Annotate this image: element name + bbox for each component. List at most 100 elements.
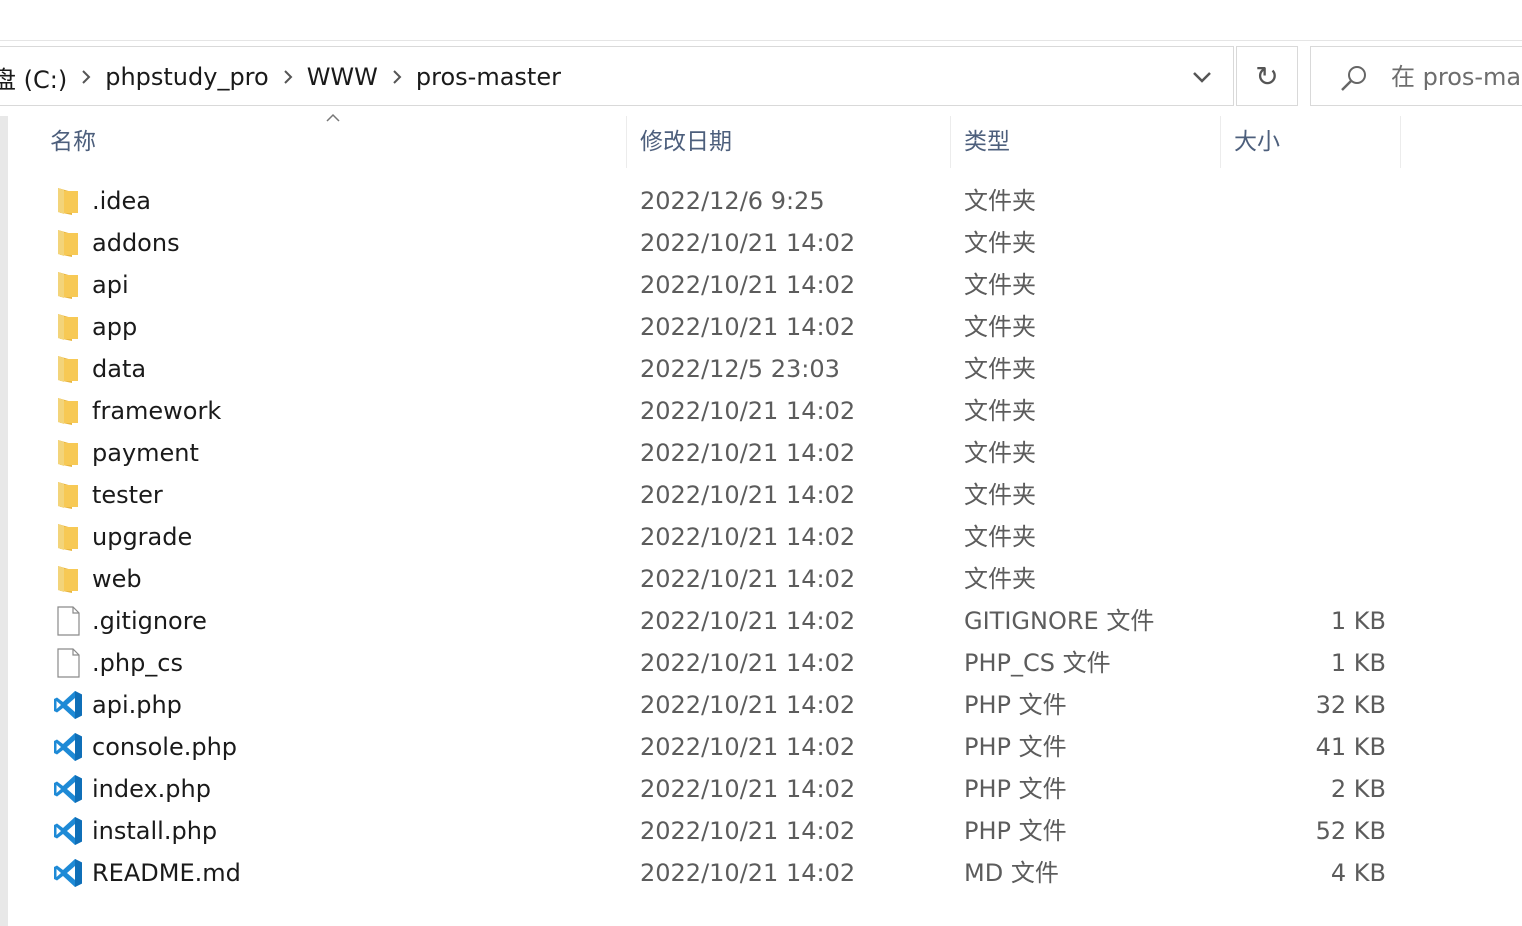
file-size — [1220, 306, 1386, 348]
file-name: framework — [92, 397, 222, 425]
file-row[interactable]: .php_cs 2022/10/21 14:02 PHP_CS 文件 1 KB — [0, 642, 1522, 684]
file-type: PHP 文件 — [964, 775, 1067, 803]
file-name: api.php — [92, 691, 182, 719]
folder-icon — [52, 521, 84, 553]
file-row[interactable]: tester 2022/10/21 14:02 文件夹 — [0, 474, 1522, 516]
search-box[interactable]: 在 pros-master 中搜索 — [1310, 46, 1522, 106]
file-type: 文件夹 — [964, 187, 1036, 215]
file-name: data — [92, 355, 147, 383]
file-type: 文件夹 — [964, 355, 1036, 383]
column-type[interactable]: 类型 — [964, 116, 1010, 168]
vscode-file-icon — [52, 689, 84, 721]
column-divider[interactable] — [950, 116, 951, 168]
file-name: app — [92, 313, 138, 341]
column-header: 名称 修改日期 类型 大小 — [8, 113, 1522, 168]
file-name: .idea — [92, 187, 152, 215]
breadcrumb-drive[interactable]: 盘 (C:) — [0, 60, 73, 95]
file-row[interactable]: data 2022/12/5 23:03 文件夹 — [0, 348, 1522, 390]
file-row[interactable]: console.php 2022/10/21 14:02 PHP 文件 41 KB — [0, 726, 1522, 768]
file-name: payment — [92, 439, 199, 467]
file-size: 32 KB — [1315, 691, 1386, 719]
file-type: PHP 文件 — [964, 817, 1067, 845]
file-type: 文件夹 — [964, 397, 1036, 425]
file-size — [1220, 222, 1386, 264]
file-row[interactable]: README.md 2022/10/21 14:02 MD 文件 4 KB — [0, 852, 1522, 894]
file-type: PHP 文件 — [964, 691, 1067, 719]
file-modified: 2022/10/21 14:02 — [640, 607, 856, 635]
vscode-file-icon — [52, 815, 84, 847]
file-type: 文件夹 — [964, 229, 1036, 257]
file-type: PHP_CS 文件 — [964, 649, 1111, 677]
column-size[interactable]: 大小 — [1234, 116, 1280, 168]
file-size — [1220, 474, 1386, 516]
file-row[interactable]: index.php 2022/10/21 14:02 PHP 文件 2 KB — [0, 768, 1522, 810]
address-bar[interactable]: 盘 (C:) phpstudy_pro WWW pros-master — [0, 46, 1234, 106]
file-name: README.md — [92, 859, 241, 887]
chevron-right-icon[interactable] — [275, 47, 301, 105]
file-row[interactable]: payment 2022/10/21 14:02 文件夹 — [0, 432, 1522, 474]
file-name: addons — [92, 229, 180, 257]
folder-icon — [52, 437, 84, 469]
column-divider[interactable] — [626, 116, 627, 168]
file-modified: 2022/10/21 14:02 — [640, 565, 856, 593]
file-type: 文件夹 — [964, 439, 1036, 467]
file-size — [1220, 432, 1386, 474]
file-row[interactable]: api 2022/10/21 14:02 文件夹 — [0, 264, 1522, 306]
file-row[interactable]: api.php 2022/10/21 14:02 PHP 文件 32 KB — [0, 684, 1522, 726]
column-divider[interactable] — [1220, 116, 1221, 168]
file-size — [1220, 180, 1386, 222]
file-modified: 2022/10/21 14:02 — [640, 691, 856, 719]
file-row[interactable]: .idea 2022/12/6 9:25 文件夹 — [0, 180, 1522, 222]
file-type: 文件夹 — [964, 565, 1036, 593]
file-modified: 2022/10/21 14:02 — [640, 271, 856, 299]
file-size — [1220, 348, 1386, 390]
breadcrumb-phpstudy[interactable]: phpstudy_pro — [99, 63, 275, 91]
file-type: 文件夹 — [964, 313, 1036, 341]
file-modified: 2022/10/21 14:02 — [640, 481, 856, 509]
file-row[interactable]: install.php 2022/10/21 14:02 PHP 文件 52 KB — [0, 810, 1522, 852]
refresh-button[interactable]: ↻ — [1236, 46, 1298, 106]
search-icon — [1341, 66, 1366, 91]
file-size — [1220, 264, 1386, 306]
file-name: .gitignore — [92, 607, 207, 635]
file-type: PHP 文件 — [964, 733, 1067, 761]
breadcrumb: 盘 (C:) phpstudy_pro WWW pros-master — [0, 47, 567, 105]
file-name: install.php — [92, 817, 218, 845]
file-row[interactable]: framework 2022/10/21 14:02 文件夹 — [0, 390, 1522, 432]
breadcrumb-www[interactable]: WWW — [301, 63, 384, 91]
file-type: GITIGNORE 文件 — [964, 607, 1155, 635]
file-modified: 2022/10/21 14:02 — [640, 649, 856, 677]
breadcrumb-current[interactable]: pros-master — [410, 63, 567, 91]
chevron-right-icon[interactable] — [384, 47, 410, 105]
file-type: 文件夹 — [964, 271, 1036, 299]
vscode-file-icon — [52, 773, 84, 805]
file-size: 41 KB — [1315, 733, 1386, 761]
search-input[interactable]: 在 pros-master 中搜索 — [1391, 47, 1522, 105]
folder-icon — [52, 185, 84, 217]
column-name[interactable]: 名称 — [50, 116, 96, 168]
file-row[interactable]: addons 2022/10/21 14:02 文件夹 — [0, 222, 1522, 264]
folder-icon — [52, 227, 84, 259]
file-size: 4 KB — [1330, 859, 1386, 887]
blank-file-icon — [52, 647, 84, 679]
file-size: 2 KB — [1330, 775, 1386, 803]
file-row[interactable]: .gitignore 2022/10/21 14:02 GITIGNORE 文件 1 … — [0, 600, 1522, 642]
file-modified: 2022/10/21 14:02 — [640, 733, 856, 761]
file-row[interactable]: app 2022/10/21 14:02 文件夹 — [0, 306, 1522, 348]
refresh-icon: ↻ — [1255, 59, 1279, 93]
file-name: web — [92, 565, 142, 593]
vscode-file-icon — [52, 731, 84, 763]
chevron-down-icon[interactable] — [1171, 47, 1233, 105]
file-row[interactable]: upgrade 2022/10/21 14:02 文件夹 — [0, 516, 1522, 558]
file-type: MD 文件 — [964, 859, 1059, 887]
file-name: console.php — [92, 733, 238, 761]
folder-icon — [52, 311, 84, 343]
sort-ascending-icon — [326, 113, 340, 122]
column-divider[interactable] — [1400, 116, 1401, 168]
file-modified: 2022/10/21 14:02 — [640, 397, 856, 425]
chevron-right-icon[interactable] — [73, 47, 99, 105]
file-row[interactable]: web 2022/10/21 14:02 文件夹 — [0, 558, 1522, 600]
file-type: 文件夹 — [964, 523, 1036, 551]
blank-file-icon — [52, 605, 84, 637]
column-modified[interactable]: 修改日期 — [640, 116, 732, 168]
